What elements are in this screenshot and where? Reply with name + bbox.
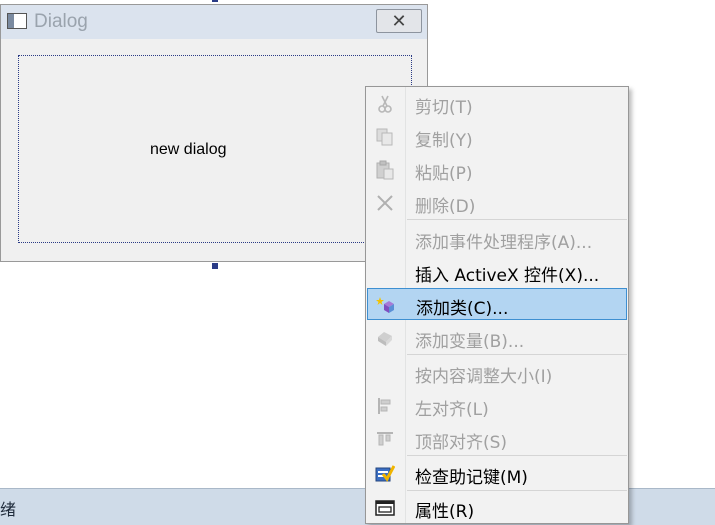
menu-separator [407, 490, 627, 491]
check-mnemonics-icon [375, 465, 395, 482]
sizing-handle-bottom[interactable] [212, 263, 218, 269]
menu-item-label: 按内容调整大小(I) [415, 367, 553, 387]
menu-separator [407, 455, 627, 456]
menu-item-align-top[interactable]: 顶部对齐(S) [367, 423, 627, 454]
paste-icon [376, 160, 394, 180]
menu-item-label: 复制(Y) [415, 131, 473, 151]
sizing-handle-top[interactable] [212, 0, 218, 2]
menu-item-label: 剪切(T) [415, 98, 473, 118]
menu-item-label: 添加变量(B)... [415, 332, 525, 352]
dialog-window[interactable]: Dialog ✕ new dialog [0, 4, 428, 262]
static-text-label[interactable]: new dialog [19, 141, 411, 159]
delete-icon [377, 195, 393, 211]
dialog-title: Dialog [34, 11, 88, 32]
add-variable-icon [378, 332, 392, 346]
menu-item-size-to-content[interactable]: 按内容调整大小(I) [367, 357, 627, 388]
properties-icon [375, 500, 395, 516]
menu-item-label: 添加事件处理程序(A)... [415, 233, 593, 253]
menu-separator [407, 219, 627, 220]
menu-item-cut[interactable]: 剪切(T) [367, 88, 627, 119]
menu-item-insert-activex[interactable]: 插入 ActiveX 控件(X)... [367, 256, 627, 287]
dialog-titlebar[interactable]: Dialog ✕ [1, 5, 427, 39]
close-button[interactable]: ✕ [376, 9, 422, 33]
align-top-icon [377, 432, 393, 446]
menu-item-properties[interactable]: 属性(R) [367, 492, 627, 523]
dialog-canvas[interactable]: new dialog [18, 55, 412, 243]
menu-item-delete[interactable]: 删除(D) [367, 187, 627, 218]
menu-item-add-variable[interactable]: 添加变量(B)... [367, 322, 627, 353]
menu-item-label: 属性(R) [415, 502, 475, 522]
add-class-icon [376, 297, 394, 313]
menu-item-label: 顶部对齐(S) [415, 433, 508, 453]
scissors-icon [378, 95, 392, 113]
menu-item-copy[interactable]: 复制(Y) [367, 121, 627, 152]
close-icon: ✕ [391, 10, 407, 32]
menu-item-check-mnemonics[interactable]: 检查助记键(M) [367, 458, 627, 489]
menu-item-label: 删除(D) [415, 197, 476, 217]
status-text: 绪 [0, 500, 17, 519]
menu-item-label: 插入 ActiveX 控件(X)... [415, 266, 600, 286]
menu-item-label: 添加类(C)... [416, 299, 509, 319]
menu-item-label: 左对齐(L) [415, 400, 489, 420]
menu-item-add-event-handler[interactable]: 添加事件处理程序(A)... [367, 223, 627, 254]
window-icon [7, 13, 27, 29]
menu-item-label: 粘贴(P) [415, 164, 473, 184]
menu-item-add-class[interactable]: 添加类(C)... [367, 288, 627, 320]
menu-separator [407, 354, 627, 355]
menu-item-label: 检查助记键(M) [415, 468, 528, 488]
copy-icon [376, 128, 393, 146]
menu-item-align-left[interactable]: 左对齐(L) [367, 390, 627, 421]
menu-item-paste[interactable]: 粘贴(P) [367, 154, 627, 185]
context-menu[interactable]: 剪切(T) 复制(Y) 粘贴(P) 删除(D) 添加事件处理程序(A)... 插… [365, 86, 629, 524]
align-left-icon [378, 398, 391, 414]
